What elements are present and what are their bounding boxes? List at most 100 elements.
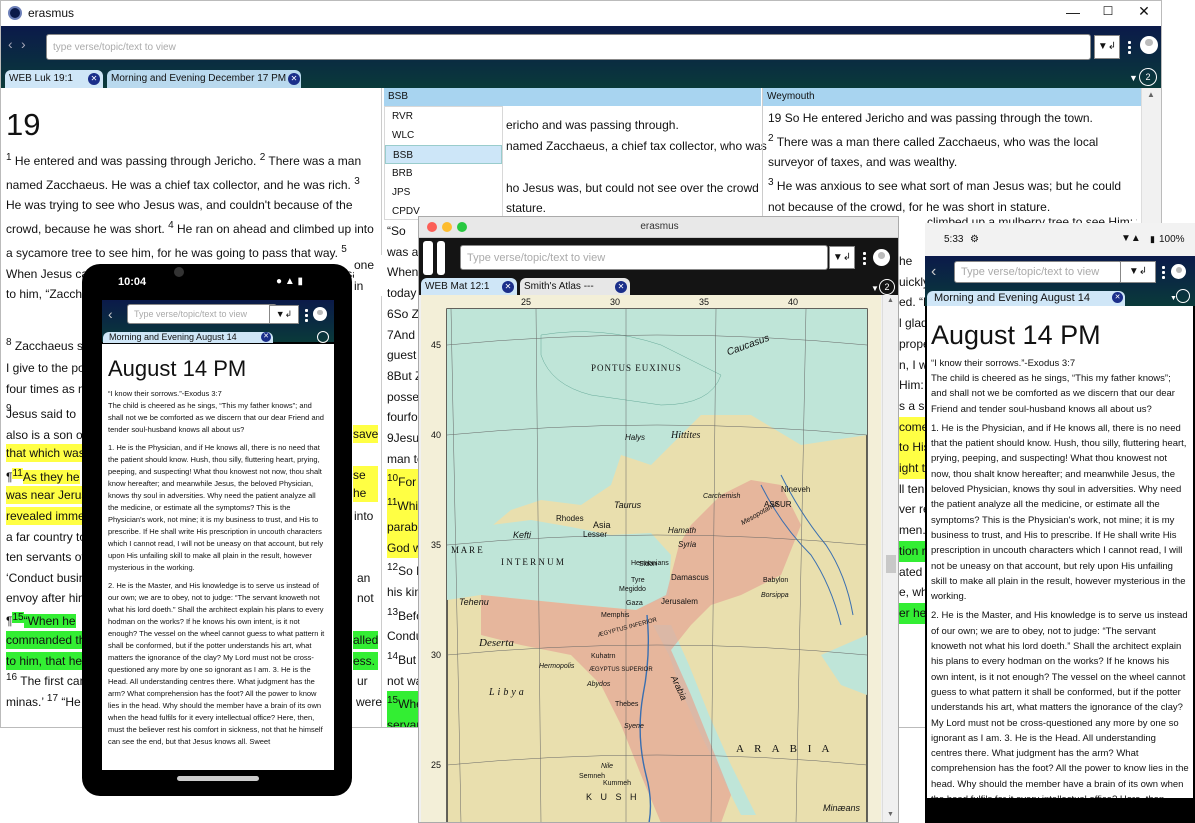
dropdown-arrow-icon[interactable]: ▼↲ xyxy=(269,305,299,324)
verse-fragment: not wa xyxy=(387,673,421,688)
phone-camera xyxy=(174,267,184,277)
dropdown-arrow-icon[interactable]: ▼↲ xyxy=(829,246,855,269)
avatar[interactable] xyxy=(1171,264,1186,279)
tab-list-icon[interactable]: ▼ xyxy=(1129,73,1138,83)
verse-fragment: ten servants of xyxy=(6,550,82,564)
close-tab-icon[interactable]: ✕ xyxy=(88,73,100,85)
highlight-fragment: 10For xyxy=(387,469,421,494)
menu-icon[interactable] xyxy=(1162,266,1165,279)
back-icon[interactable]: ‹ xyxy=(108,306,113,322)
close-tab-icon[interactable]: ✕ xyxy=(288,73,300,85)
map-label: Carchemish xyxy=(703,493,741,500)
search-input[interactable] xyxy=(46,34,1091,60)
scrollbar-thumb[interactable] xyxy=(886,555,896,573)
tab-label: Morning and Evening August 14 xyxy=(934,292,1090,304)
sidebar-toggle-icon-2[interactable] xyxy=(437,241,445,275)
map-label: Minæans xyxy=(823,803,861,813)
dropdown-arrow-icon[interactable]: ▼↲ xyxy=(1120,261,1156,283)
avatar[interactable] xyxy=(1140,36,1158,54)
verse-fragment: envoy after him xyxy=(6,591,82,605)
tab-count-badge[interactable]: 2 xyxy=(879,279,895,295)
verse-fragment: today xyxy=(387,286,417,301)
close-tab-icon[interactable]: ✕ xyxy=(1112,292,1123,303)
menu-icon[interactable] xyxy=(863,252,866,265)
phone-search-input[interactable] xyxy=(127,304,277,324)
back-icon[interactable]: ‹ xyxy=(8,36,13,52)
title-bar: erasmus — ☐ ✕ xyxy=(1,1,1161,26)
verse-fragment: minas.’ 17 “He s xyxy=(6,693,82,709)
pane-header-weymouth[interactable]: Weymouth xyxy=(763,88,1141,106)
map-label: Kummeh xyxy=(603,780,632,787)
verse-fragment: 8But Z xyxy=(387,368,421,383)
scroll-up-icon[interactable]: ▲ xyxy=(887,297,894,304)
verse-fragment: one in xyxy=(354,255,382,297)
pane-weymouth-text: 19 So He entered Jericho and was passing… xyxy=(768,108,1138,218)
maximize-button[interactable]: ☐ xyxy=(1098,4,1118,22)
avatar[interactable] xyxy=(873,249,890,266)
option-jps[interactable]: JPS xyxy=(385,183,502,202)
android-search-input[interactable] xyxy=(954,261,1122,283)
verse-fragment: e, who xyxy=(899,585,927,600)
tick-label: 30 xyxy=(610,297,621,307)
back-icon[interactable]: ‹ xyxy=(931,263,936,281)
map-scrollbar[interactable]: ▲ ▼ xyxy=(882,295,898,822)
sidebar-toggle-icon[interactable] xyxy=(423,241,433,275)
mac-search-input[interactable] xyxy=(460,245,828,270)
map-label: M A R E xyxy=(451,545,483,555)
verse-fragment: an xyxy=(357,571,371,585)
map-label: Syria xyxy=(678,540,697,549)
android-tab[interactable]: Morning and Evening August 14 xyxy=(927,291,1125,306)
forward-icon[interactable]: › xyxy=(21,36,26,52)
option-brb[interactable]: BRB xyxy=(385,164,502,183)
atlas-map[interactable]: 25 30 35 40 45 40 35 30 25 Caucasus PONT… xyxy=(421,295,881,822)
tab-count-badge[interactable] xyxy=(1176,289,1190,303)
option-wlc[interactable]: WLC xyxy=(385,126,502,145)
highlight-fragment: se he xyxy=(353,466,378,502)
devotion-title: August 14 PM xyxy=(931,320,1101,350)
option-rvr[interactable]: RVR xyxy=(385,107,502,126)
chapter-number: 19 xyxy=(6,107,41,142)
tab-label: Smith's Atlas --- xyxy=(524,281,594,292)
scroll-down-icon[interactable]: ▼ xyxy=(887,811,894,818)
verse-fragment: he xyxy=(899,254,913,268)
map-label: Babylon xyxy=(763,577,789,584)
verse-fragment: ver ret xyxy=(899,502,927,517)
verse-fragment: 7And a xyxy=(387,327,421,342)
verse: 19 So He entered Jericho and was passing… xyxy=(768,111,1093,125)
mac-window: erasmus ▼↲ WEB Mat 12:1 ✕ Smith's Atlas … xyxy=(418,216,899,823)
option-bsb[interactable]: BSB xyxy=(385,145,502,164)
home-indicator xyxy=(177,776,259,781)
avatar[interactable] xyxy=(313,307,327,321)
map-label: Libya xyxy=(489,687,527,698)
highlight-fragment: ight to xyxy=(899,458,927,479)
highlight-fragment: come to xyxy=(899,416,927,438)
pane-bsb-fragments: “So was ab When today 6So Za 7And a gues… xyxy=(387,221,421,727)
close-tab-icon[interactable]: ✕ xyxy=(615,281,627,293)
android-time: 5:33 xyxy=(944,234,964,245)
close-button[interactable]: ✕ xyxy=(1134,3,1154,21)
tab-morning-evening[interactable]: Morning and Evening December 17 PM xyxy=(107,70,301,88)
highlight-fragment: that which was xyxy=(6,444,82,462)
translation-dropdown[interactable]: RVR WLC BSB BRB JPS CPDV xyxy=(384,106,503,220)
tab-list-icon[interactable]: ▼ xyxy=(871,284,879,293)
tab-count-badge[interactable] xyxy=(317,331,329,343)
verse-fragment: When xyxy=(387,265,419,280)
dropdown-arrow-icon[interactable]: ▼↲ xyxy=(1094,35,1120,59)
map-label: Hittites xyxy=(671,430,701,441)
minimize-button[interactable]: — xyxy=(1063,4,1083,22)
phone-tab[interactable]: Morning and Evening August 14 xyxy=(103,332,273,343)
menu-icon[interactable] xyxy=(305,309,308,322)
verse-fragment: 9Jesus xyxy=(387,431,421,446)
close-tab-icon[interactable]: ✕ xyxy=(261,332,271,342)
verse-fragment: ¶15“When he xyxy=(6,612,76,628)
pane-header-bsb[interactable]: BSB xyxy=(384,88,761,106)
menu-icon[interactable] xyxy=(1128,41,1131,54)
close-tab-icon[interactable]: ✕ xyxy=(502,281,514,293)
phone-content: August 14 PM “I know their sorrows.”-Exo… xyxy=(102,344,334,770)
tab-count-badge[interactable]: 2 xyxy=(1139,68,1157,86)
highlight-fragment: 15Whe xyxy=(387,691,421,716)
tab-smiths-atlas[interactable]: Smith's Atlas --- xyxy=(520,278,630,295)
tick-label: 45 xyxy=(431,340,442,350)
scroll-up-icon[interactable]: ▲ xyxy=(1147,90,1155,99)
map-label: Halys xyxy=(625,433,646,442)
